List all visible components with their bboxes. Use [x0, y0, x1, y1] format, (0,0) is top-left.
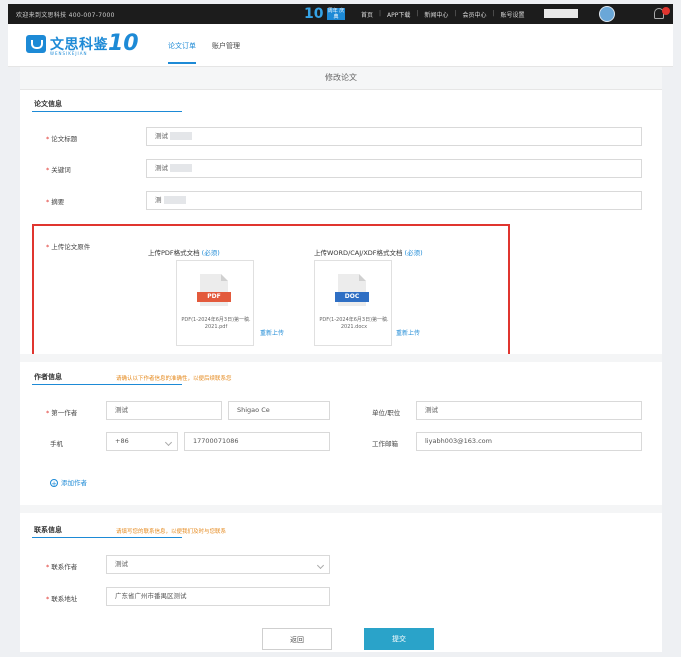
- doc-file-tag: DOC: [335, 292, 369, 302]
- phone-input[interactable]: 17700071086: [184, 432, 330, 451]
- back-button[interactable]: 返回: [262, 628, 332, 650]
- section-underline: [32, 111, 182, 112]
- contact-hint: 请填写您的联系信息，以便我们及时与您联系: [116, 529, 227, 535]
- author-pinyin-input[interactable]: Shigao Ce: [228, 401, 330, 420]
- top-link-news[interactable]: 新闻中心: [421, 10, 451, 19]
- top-link-member[interactable]: 会员中心: [459, 10, 489, 19]
- label-unit: 单位/职位: [372, 409, 401, 417]
- section-underline: [32, 384, 182, 385]
- pdf-file-tag: PDF: [197, 292, 231, 302]
- label-contact-author: * 联系作者: [46, 563, 78, 571]
- doc-file-name: PDF(1-2024年6月3日)第一稿. 2021.docx: [319, 317, 389, 330]
- upload-word-caption: 上传WORD/CAJ/XDF格式文档 (必须): [314, 249, 423, 257]
- anniversary-badge: 周年 庆典: [327, 8, 345, 20]
- label-first-author: * 第一作者: [46, 409, 78, 417]
- anniversary-logo[interactable]: 10 周年 庆典: [304, 6, 348, 22]
- pdf-file-icon: PDF: [197, 274, 231, 306]
- keywords-input[interactable]: 测试: [146, 159, 642, 178]
- email-input[interactable]: liyabh003@163.com: [416, 432, 642, 451]
- label-phone: 手机: [50, 440, 63, 448]
- pdf-file-card[interactable]: PDF PDF(1-2024年6月3日)第一稿. 2021.pdf: [176, 260, 254, 346]
- tab-paper-orders[interactable]: 论文订单: [168, 41, 196, 64]
- first-author-input[interactable]: 测试: [106, 401, 222, 420]
- logo-icon: [26, 35, 46, 53]
- logo-number: 10: [108, 31, 139, 56]
- page-title: 修改论文: [20, 67, 662, 90]
- author-hint: 请确认以下作者信息的准确性，以便后续联系您: [116, 376, 232, 382]
- abstract-input[interactable]: 测: [146, 191, 642, 210]
- doc-file-icon: DOC: [335, 274, 369, 306]
- submit-button[interactable]: 提交: [364, 628, 434, 650]
- anniversary-number: 10: [304, 6, 324, 22]
- avatar[interactable]: [599, 6, 615, 22]
- add-author-button[interactable]: + 添加作者: [50, 477, 87, 488]
- logo-subtitle: WENSIKEJIAN: [50, 51, 88, 56]
- notification-badge: [662, 7, 670, 15]
- chevron-down-icon: [164, 438, 173, 447]
- paper-title-input[interactable]: 测试: [146, 127, 642, 146]
- label-abstract: * 摘要: [46, 198, 65, 206]
- contact-address-input[interactable]: 广东省广州市番禺区测试: [106, 587, 330, 606]
- user-menu[interactable]: [544, 9, 578, 18]
- top-link-app[interactable]: APP下载: [384, 10, 413, 19]
- plus-icon: +: [50, 479, 58, 488]
- phone-code-select[interactable]: +86: [106, 432, 178, 451]
- top-link-home[interactable]: 首页: [358, 10, 376, 19]
- pdf-reupload-link[interactable]: 重新上传: [260, 328, 284, 337]
- section-underline: [32, 537, 182, 538]
- upload-pdf-caption: 上传PDF格式文档 (必须): [148, 249, 220, 257]
- chevron-down-icon: [316, 561, 325, 570]
- top-links: 首页 | APP下载 | 新闻中心 | 会员中心 | 账号设置: [358, 10, 528, 19]
- site-logo[interactable]: 文思科鉴 WENSIKEJIAN 10: [26, 31, 146, 57]
- section-title-author: 作者信息: [34, 373, 62, 381]
- tab-account[interactable]: 账户管理: [212, 41, 240, 64]
- top-link-settings[interactable]: 账号设置: [498, 10, 528, 19]
- main-nav: 论文订单 账户管理: [168, 41, 240, 64]
- top-bar: 欢迎来到文思科技 400-007-7000 10 周年 庆典 首页 | APP下…: [8, 4, 673, 24]
- word-file-card[interactable]: DOC PDF(1-2024年6月3日)第一稿. 2021.docx: [314, 260, 392, 346]
- label-contact-address: * 联系地址: [46, 595, 78, 603]
- label-email: 工作邮箱: [372, 440, 398, 448]
- welcome-text: 欢迎来到文思科技 400-007-7000: [16, 12, 115, 19]
- section-title-paper: 论文信息: [34, 100, 62, 108]
- unit-input[interactable]: 测试: [416, 401, 642, 420]
- label-upload: * 上传论文原件: [46, 243, 91, 251]
- section-title-contact: 联系信息: [34, 526, 62, 534]
- site-header: 文思科鉴 WENSIKEJIAN 10 论文订单 账户管理: [8, 24, 673, 67]
- label-keywords: * 关键词: [46, 166, 71, 174]
- contact-author-select[interactable]: 测试: [106, 555, 330, 574]
- pdf-file-name: PDF(1-2024年6月3日)第一稿. 2021.pdf: [181, 317, 251, 330]
- label-paper-title: * 论文标题: [46, 135, 78, 143]
- edit-paper-panel: 修改论文 论文信息 * 论文标题 测试 * 关键词 测试 * 摘要 测 * 上传论文原件…: [20, 67, 662, 652]
- doc-reupload-link[interactable]: 重新上传: [396, 328, 420, 337]
